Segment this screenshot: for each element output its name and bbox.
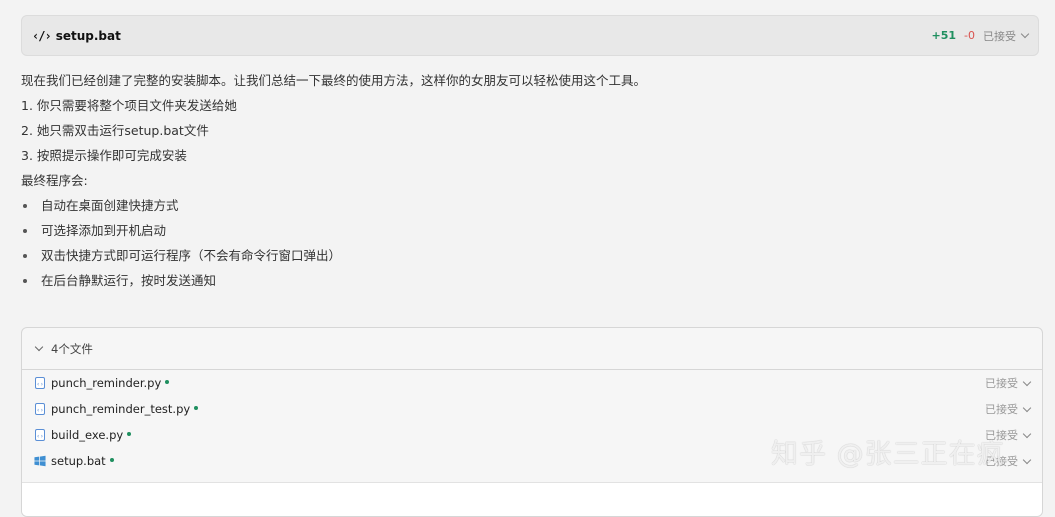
- step-item: 2. 她只需双击运行setup.bat文件: [21, 123, 209, 138]
- lines-added-count: +51: [931, 29, 957, 42]
- modified-dot: [109, 458, 114, 462]
- bullet-text: 在后台静默运行，按时发送通知: [41, 273, 217, 288]
- accepted-label: 已接受: [983, 29, 1016, 43]
- bullet-text: 可选择添加到开机启动: [41, 223, 167, 238]
- accepted-status-dropdown[interactable]: 已接受: [985, 375, 1032, 391]
- code-icon: ‹/›: [32, 28, 52, 43]
- input-area[interactable]: [22, 482, 1042, 516]
- bullet-item: 在后台静默运行，按时发送通知: [21, 268, 1021, 293]
- file-name: punch_reminder_test.py: [51, 402, 191, 416]
- file-row[interactable]: ‹› punch_reminder_test.py 已接受: [22, 396, 1042, 422]
- windows-file-icon: [34, 455, 46, 467]
- modified-dot: [194, 406, 199, 410]
- changed-files-panel: 4个文件 ‹› punch_reminder.py 已接受 ‹› punch_r…: [21, 327, 1043, 517]
- chevron-down-icon: [1022, 455, 1032, 464]
- chevron-down-icon: [34, 342, 44, 351]
- bullet-item: 自动在桌面创建快捷方式: [21, 193, 1021, 218]
- python-file-icon: ‹›: [34, 377, 46, 389]
- file-name: setup.bat: [51, 454, 106, 468]
- python-file-icon: ‹›: [34, 403, 46, 415]
- bullet-text: 双击快捷方式即可运行程序（不会有命令行窗口弹出）: [41, 248, 342, 263]
- python-file-icon: ‹›: [34, 429, 46, 441]
- file-name: build_exe.py: [51, 428, 124, 442]
- chevron-down-icon: [1020, 29, 1030, 39]
- bullet-dot: [23, 278, 27, 283]
- bullet-dot: [23, 228, 27, 233]
- modified-dot: [127, 432, 132, 436]
- file-row[interactable]: ‹› punch_reminder.py 已接受: [22, 370, 1042, 396]
- watermark: 知乎 @张三正在疯: [771, 439, 1005, 470]
- step-item: 3. 按照提示操作即可完成安装: [21, 148, 187, 163]
- step-item: 1. 你只需要将整个项目文件夹发送给她: [21, 98, 237, 113]
- files-panel-toggle[interactable]: 4个文件: [22, 328, 1042, 370]
- accepted-status-dropdown[interactable]: 已接受: [983, 28, 1030, 44]
- accepted-label: 已接受: [985, 377, 1018, 390]
- svg-text:‹›: ‹›: [36, 381, 43, 388]
- modified-dot: [165, 380, 170, 384]
- intro-text: 现在我们已经创建了完整的安装脚本。让我们总结一下最终的使用方法，这样你的女朋友可…: [21, 73, 647, 88]
- file-name: punch_reminder.py: [51, 376, 162, 390]
- accepted-label: 已接受: [985, 403, 1018, 416]
- lines-removed-count: -0: [964, 29, 975, 42]
- svg-text:‹›: ‹›: [36, 407, 43, 414]
- bullet-text: 自动在桌面创建快捷方式: [41, 198, 179, 213]
- svg-text:‹›: ‹›: [36, 433, 43, 440]
- file-change-card[interactable]: ‹/› setup.bat +51 -0 已接受: [21, 15, 1039, 56]
- bullet-dot: [23, 253, 27, 258]
- accepted-status-dropdown[interactable]: 已接受: [985, 401, 1032, 417]
- files-count-label: 4个文件: [51, 341, 93, 356]
- bullet-item: 双击快捷方式即可运行程序（不会有命令行窗口弹出）: [21, 243, 1021, 268]
- file-name[interactable]: setup.bat: [56, 29, 121, 43]
- chevron-down-icon: [1022, 429, 1032, 438]
- bullet-item: 可选择添加到开机启动: [21, 218, 1021, 243]
- final-label: 最终程序会:: [21, 173, 88, 188]
- bullet-dot: [23, 203, 27, 208]
- assistant-message: 现在我们已经创建了完整的安装脚本。让我们总结一下最终的使用方法，这样你的女朋友可…: [21, 68, 1021, 293]
- chevron-down-icon: [1022, 403, 1032, 412]
- chevron-down-icon: [1022, 377, 1032, 386]
